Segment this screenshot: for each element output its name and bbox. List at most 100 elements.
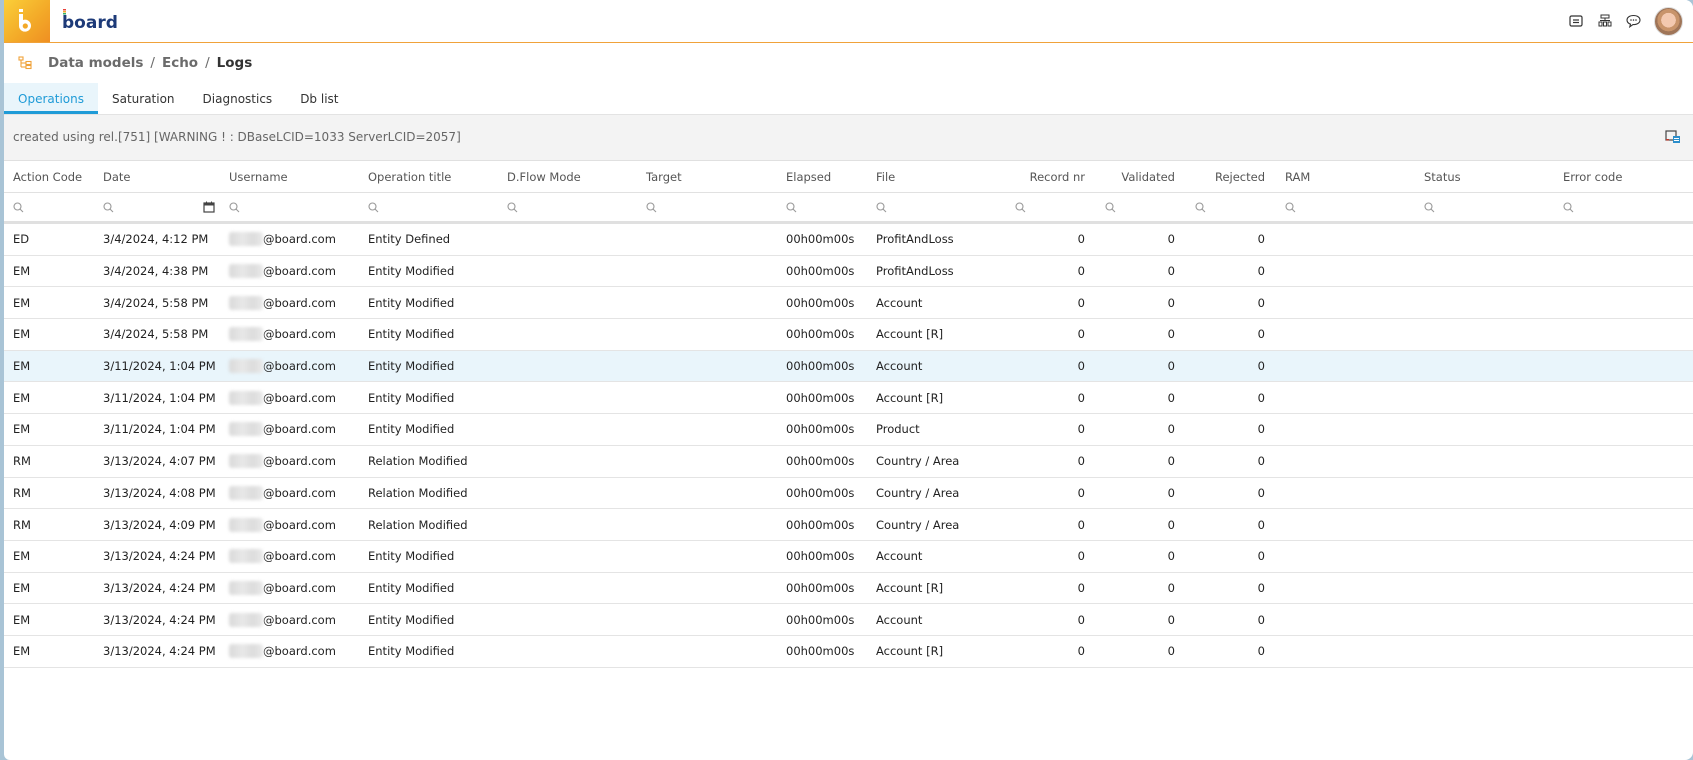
column-header-status[interactable]: Status — [1424, 162, 1461, 192]
cell-elapsed: 00h00m00s — [786, 580, 855, 595]
column-header-elapsed[interactable]: Elapsed — [786, 162, 831, 192]
hierarchy-icon[interactable] — [1590, 7, 1619, 36]
column-header-ram[interactable]: RAM — [1285, 162, 1310, 192]
cell-date: 3/4/2024, 4:38 PM — [103, 264, 209, 279]
table-row[interactable]: EM 3/11/2024, 1:04 PM @board.com Entity Mod… — [4, 414, 1693, 446]
column-header-dflow-mode[interactable]: D.Flow Mode — [507, 162, 581, 192]
username-domain: @board.com — [263, 390, 336, 405]
column-header-target[interactable]: Target — [646, 162, 682, 192]
table-row[interactable]: EM 3/13/2024, 4:24 PM @board.com Entity Mod… — [4, 604, 1693, 636]
filter-file-input[interactable] — [876, 193, 887, 221]
table-row[interactable]: ED 3/4/2024, 4:12 PM @board.com Entity Defi… — [4, 224, 1693, 256]
cell-action-code: EM — [13, 549, 31, 564]
cell-rejected: 0 — [1257, 359, 1265, 374]
cell-elapsed: 00h00m00s — [786, 264, 855, 279]
tab-saturation[interactable]: Saturation — [98, 83, 189, 114]
username-domain: @board.com — [263, 359, 336, 374]
column-header-error-code[interactable]: Error code — [1563, 162, 1622, 192]
table-row[interactable]: RM 3/13/2024, 4:09 PM @board.com Relation M… — [4, 509, 1693, 541]
cell-file: Account [R] — [876, 580, 944, 595]
cell-file: Account — [876, 295, 923, 310]
table-row[interactable]: RM 3/13/2024, 4:08 PM @board.com Relation M… — [4, 478, 1693, 510]
table-row[interactable]: EM 3/4/2024, 4:38 PM @board.com Entity Modi… — [4, 256, 1693, 288]
tab-db-list[interactable]: Db list — [286, 83, 352, 114]
tab-diagnostics[interactable]: Diagnostics — [189, 83, 287, 114]
cell-elapsed: 00h00m00s — [786, 422, 855, 437]
search-icon — [1195, 201, 1206, 213]
filter-validated-input[interactable] — [1105, 193, 1116, 221]
cell-operation-title: Entity Modified — [368, 644, 455, 659]
filter-action-code-input[interactable] — [13, 193, 24, 221]
cell-rejected: 0 — [1257, 390, 1265, 405]
cell-file: Account — [876, 612, 923, 627]
table-row[interactable]: EM 3/11/2024, 1:04 PM @board.com Entity Mod… — [4, 350, 1693, 383]
cell-file: Account [R] — [876, 390, 944, 405]
table-row[interactable]: EM 3/13/2024, 4:24 PM @board.com Entity Mod… — [4, 573, 1693, 605]
user-avatar[interactable] — [1654, 6, 1683, 36]
filter-rejected-input[interactable] — [1195, 193, 1206, 221]
cell-rejected: 0 — [1257, 644, 1265, 659]
cell-date: 3/11/2024, 1:04 PM — [103, 422, 216, 437]
cell-elapsed: 00h00m00s — [786, 549, 855, 564]
filter-status-input[interactable] — [1424, 193, 1435, 221]
cell-elapsed: 00h00m00s — [786, 612, 855, 627]
table-row[interactable]: EM 3/4/2024, 5:58 PM @board.com Entity Modi… — [4, 287, 1693, 320]
search-icon — [1563, 201, 1574, 213]
cell-action-code: RM — [13, 517, 31, 532]
tab-operations[interactable]: Operations — [4, 83, 98, 114]
cell-elapsed: 00h00m00s — [786, 232, 855, 247]
column-header-validated[interactable]: Validated — [1085, 162, 1175, 192]
filter-elapsed-input[interactable] — [786, 193, 797, 221]
filter-record-nr-input[interactable] — [1015, 193, 1026, 221]
username-domain: @board.com — [263, 422, 336, 437]
board-wordmark-icon: board — [62, 9, 118, 33]
filter-target-input[interactable] — [646, 193, 657, 221]
breadcrumb-data-models[interactable]: Data models — [48, 55, 143, 71]
app-logo[interactable] — [4, 0, 50, 42]
search-icon — [229, 201, 240, 213]
column-header-date[interactable]: Date — [103, 162, 131, 192]
search-icon — [1015, 201, 1026, 213]
cell-rejected: 0 — [1257, 232, 1265, 247]
operations-table: Action Code Date Username Operation titl… — [4, 162, 1693, 668]
chat-icon[interactable] — [1619, 7, 1648, 36]
cell-file: Country / Area — [876, 454, 960, 469]
table-row[interactable]: EM 3/13/2024, 4:24 PM @board.com Entity Mod… — [4, 636, 1693, 668]
filter-dflow-mode-input[interactable] — [507, 193, 518, 221]
filter-ram-input[interactable] — [1285, 193, 1296, 221]
cell-validated: 0 — [1167, 580, 1175, 595]
username-domain: @board.com — [263, 454, 336, 469]
column-header-operation-title[interactable]: Operation title — [368, 162, 451, 192]
table-row[interactable]: EM 3/4/2024, 5:58 PM @board.com Entity Modi… — [4, 319, 1693, 351]
table-row[interactable]: EM 3/13/2024, 4:24 PM @board.com Entity Mod… — [4, 541, 1693, 573]
export-icon[interactable] — [1665, 130, 1681, 144]
calendar-icon[interactable] — [203, 201, 215, 213]
data-model-tree-icon — [18, 56, 32, 70]
column-header-file[interactable]: File — [876, 162, 895, 192]
redacted-username — [229, 295, 263, 310]
filter-error-code-input[interactable] — [1563, 193, 1574, 221]
column-header-rejected[interactable]: Rejected — [1175, 162, 1265, 192]
cell-date: 3/4/2024, 5:58 PM — [103, 295, 209, 310]
cell-action-code: RM — [13, 485, 31, 500]
cell-record-nr: 0 — [1077, 485, 1085, 500]
cell-operation-title: Entity Modified — [368, 390, 455, 405]
redacted-username — [229, 580, 263, 595]
filter-date-input[interactable] — [103, 193, 114, 221]
cell-elapsed: 00h00m00s — [786, 390, 855, 405]
cell-date: 3/11/2024, 1:04 PM — [103, 390, 216, 405]
table-row[interactable]: RM 3/13/2024, 4:07 PM @board.com Relation M… — [4, 446, 1693, 478]
breadcrumb: Data models / Echo / Logs — [18, 52, 252, 74]
cell-elapsed: 00h00m00s — [786, 644, 855, 659]
cell-validated: 0 — [1167, 390, 1175, 405]
tab-bar: Operations Saturation Diagnostics Db lis… — [4, 83, 352, 114]
cell-date: 3/13/2024, 4:07 PM — [103, 454, 216, 469]
filter-operation-title-input[interactable] — [368, 193, 379, 221]
filter-username-input[interactable] — [229, 193, 240, 221]
column-header-record-nr[interactable]: Record nr — [995, 162, 1085, 192]
breadcrumb-echo[interactable]: Echo — [162, 55, 198, 71]
column-header-action-code[interactable]: Action Code — [13, 162, 82, 192]
notes-icon[interactable] — [1561, 7, 1590, 36]
column-header-username[interactable]: Username — [229, 162, 288, 192]
table-row[interactable]: EM 3/11/2024, 1:04 PM @board.com Entity Mod… — [4, 382, 1693, 415]
